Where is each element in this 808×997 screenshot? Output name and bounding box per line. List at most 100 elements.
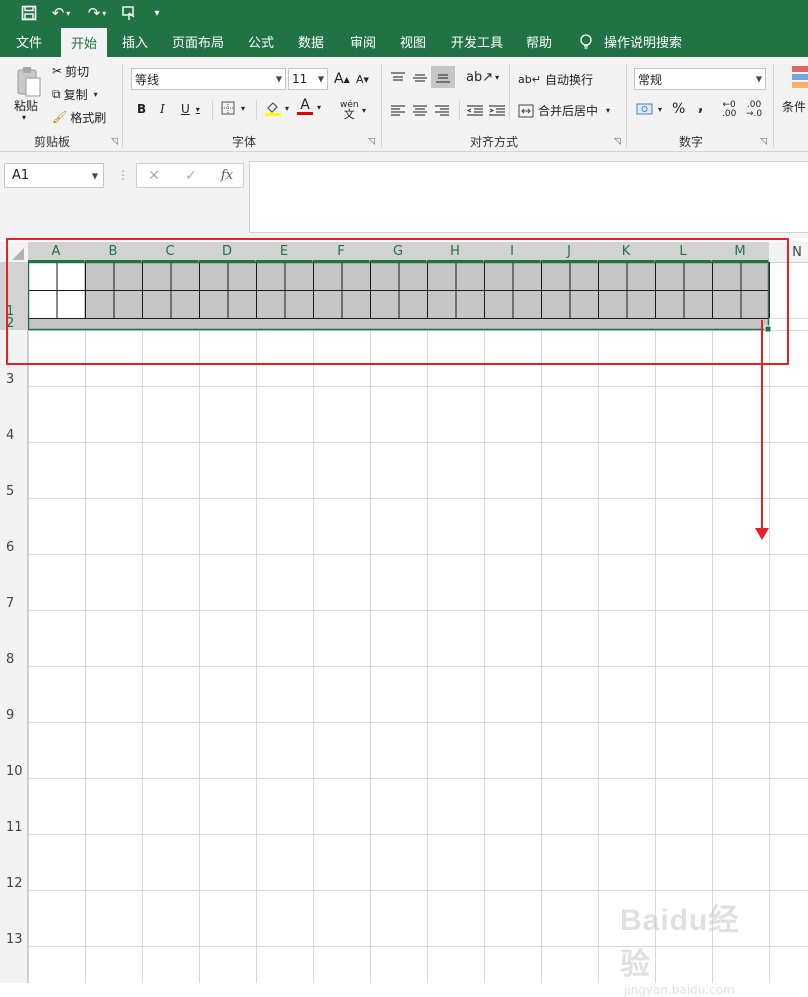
merge-center-button[interactable]: 合并后居中 ▾ <box>518 102 610 119</box>
font-color-button[interactable]: A ▾ <box>297 98 321 115</box>
row-header-13[interactable]: 13 <box>0 890 27 946</box>
row-header-10[interactable]: 10 <box>0 722 27 778</box>
comma-button[interactable]: , <box>698 99 703 115</box>
watermark-url: jingyan.baidu.com <box>624 983 735 997</box>
top-align-icon[interactable] <box>390 70 406 89</box>
decrease-indent-icon[interactable] <box>466 103 484 122</box>
copy-icon: ⧉ <box>52 86 61 101</box>
increase-indent-icon[interactable] <box>488 103 506 122</box>
divider <box>459 100 460 120</box>
row-header-9[interactable]: 9 <box>0 666 27 722</box>
brush-icon: 🖌 <box>52 110 68 124</box>
enter-icon[interactable]: ✓ <box>181 163 201 188</box>
align-center-icon[interactable] <box>412 103 428 122</box>
paste-icon[interactable] <box>14 64 44 98</box>
format-painter-button[interactable]: 🖌 格式刷 <box>52 109 106 125</box>
formula-input[interactable] <box>249 161 808 233</box>
borders-button[interactable]: ▾ <box>221 101 245 115</box>
tab-help[interactable]: 帮助 <box>518 26 560 57</box>
row-header-5[interactable]: 5 <box>0 442 27 498</box>
divider <box>256 100 257 120</box>
row-header-12[interactable]: 12 <box>0 834 27 890</box>
bold-button[interactable]: B <box>137 102 146 116</box>
paint-bucket-icon <box>265 102 281 116</box>
cut-button[interactable]: ✂ 剪切 <box>52 63 89 79</box>
redo-icon[interactable]: ↷ ▾ <box>82 2 112 24</box>
save-icon[interactable] <box>18 2 40 24</box>
group-divider <box>122 64 123 148</box>
cell-grid[interactable] <box>28 262 808 983</box>
tell-me-search[interactable]: 操作说明搜索 <box>600 26 686 57</box>
dialog-launcher-icon[interactable]: ◹ <box>614 137 621 147</box>
dialog-launcher-icon[interactable]: ◹ <box>760 137 767 147</box>
lightbulb-icon <box>578 26 594 57</box>
phonetic-guide-button[interactable]: wén 文 <box>340 100 359 120</box>
divider <box>509 100 510 120</box>
watermark-brand: Baidu经验 <box>620 904 740 981</box>
increase-decimal-button[interactable]: ←0.00 <box>722 101 736 119</box>
tab-developer[interactable]: 开发工具 <box>444 26 510 57</box>
fill-color-button[interactable]: ▾ <box>264 99 289 117</box>
border-icon <box>221 101 235 115</box>
font-size-select[interactable]: 11 ▼ <box>288 68 328 90</box>
name-box[interactable]: A1 ▼ <box>4 163 104 188</box>
row-header-4[interactable]: 4 <box>0 386 27 442</box>
paste-dropdown-icon[interactable]: ▾ <box>22 113 26 122</box>
tab-page-layout[interactable]: 页面布局 <box>166 26 230 57</box>
baidu-watermark: Baidu经验 jingyan.baidu.com <box>620 895 770 997</box>
font-color-swatch <box>297 112 313 115</box>
paste-button[interactable]: 粘贴 <box>14 97 38 114</box>
decrease-decimal-button[interactable]: .00 →.0 <box>746 101 762 119</box>
touch-mode-icon[interactable] <box>118 2 140 24</box>
underline-button[interactable]: U ▾ <box>181 102 200 116</box>
middle-align-icon[interactable] <box>412 70 428 89</box>
clipboard-group-label: 剪贴板 <box>34 135 71 149</box>
percent-button[interactable]: % <box>672 101 685 117</box>
bottom-align-icon[interactable] <box>431 66 455 88</box>
divider <box>212 100 213 120</box>
undo-icon[interactable]: ↶ ▾ <box>46 2 76 24</box>
font-group-label: 字体 <box>232 135 257 149</box>
merge-icon <box>518 104 534 117</box>
tab-formulas[interactable]: 公式 <box>240 26 282 57</box>
row-header-6[interactable]: 6 <box>0 498 27 554</box>
align-right-icon[interactable] <box>434 103 450 122</box>
row-header-7[interactable]: 7 <box>0 554 27 610</box>
group-divider <box>381 64 382 148</box>
group-divider <box>773 64 774 148</box>
tab-file[interactable]: 文件 <box>8 26 50 57</box>
dialog-launcher-icon[interactable]: ◹ <box>368 137 375 147</box>
number-format-select[interactable]: 常规 ▼ <box>634 68 766 90</box>
group-divider <box>626 64 627 148</box>
orientation-icon: ab↗ <box>466 70 494 85</box>
phonetic-dropdown-icon[interactable]: ▾ <box>362 106 366 115</box>
row-header-8[interactable]: 8 <box>0 610 27 666</box>
orientation-button[interactable]: ab↗ ▾ <box>466 70 499 85</box>
insert-function-icon[interactable]: fx <box>216 163 238 188</box>
tab-view[interactable]: 视图 <box>392 26 434 57</box>
alignment-group-label: 对齐方式 <box>470 135 519 149</box>
currency-icon <box>636 103 653 115</box>
tab-review[interactable]: 审阅 <box>342 26 384 57</box>
italic-button[interactable]: I <box>160 102 165 116</box>
wrap-text-button[interactable]: ab↵ 自动换行 <box>518 71 593 88</box>
accounting-format-button[interactable]: ▾ <box>636 101 662 117</box>
font-name-select[interactable]: 等线 ▼ <box>131 68 286 90</box>
align-left-icon[interactable] <box>390 103 406 122</box>
conditional-formatting-icon[interactable] <box>792 66 808 100</box>
customize-icon[interactable]: ▾ <box>148 2 166 24</box>
conditional-formatting-button[interactable]: 条件 <box>782 98 806 115</box>
shrink-font-button[interactable]: A ▼ <box>356 73 369 86</box>
grow-font-button[interactable]: A ▲ <box>334 71 350 87</box>
tab-data[interactable]: 数据 <box>290 26 332 57</box>
dialog-launcher-icon[interactable]: ◹ <box>111 137 118 147</box>
copy-button[interactable]: ⧉ 复制 ▾ <box>52 86 98 102</box>
tab-insert[interactable]: 插入 <box>114 26 156 57</box>
number-group-label: 数字 <box>679 135 704 149</box>
highlight-box <box>6 238 789 365</box>
tab-home[interactable]: 开始 <box>61 28 107 57</box>
cancel-icon[interactable]: ✕ <box>144 163 164 188</box>
row-header-11[interactable]: 11 <box>0 778 27 834</box>
scissors-icon: ✂ <box>52 64 63 78</box>
wrap-text-icon: ab↵ <box>518 73 541 86</box>
